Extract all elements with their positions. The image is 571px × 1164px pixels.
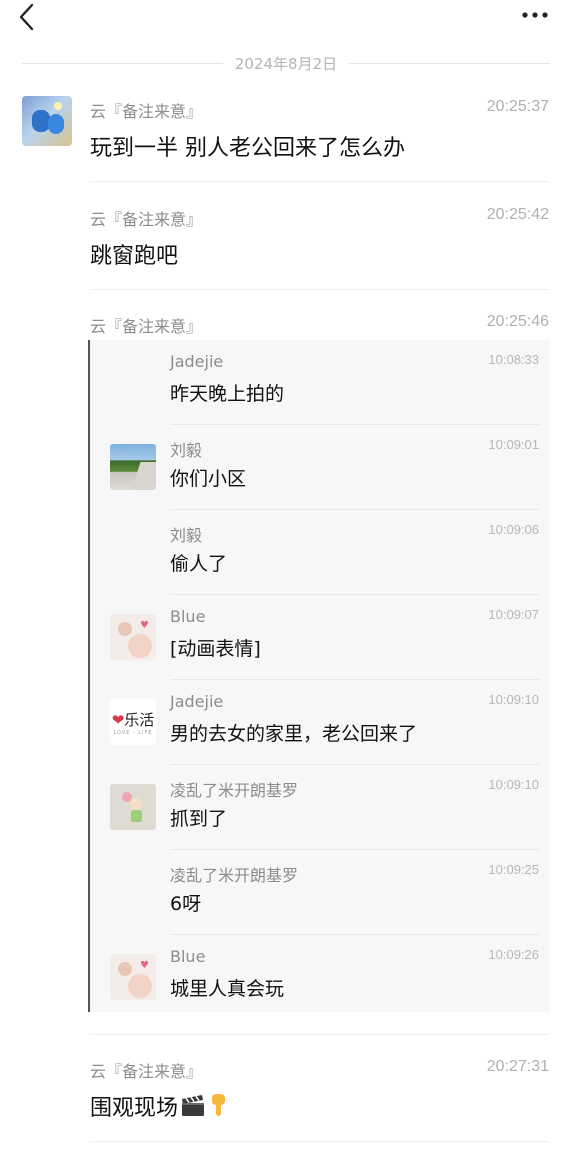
message-text-content: 围观现场: [90, 1096, 179, 1121]
forwarded-time: 10:09:06: [488, 522, 539, 537]
forwarded-time: 10:09:10: [488, 777, 539, 792]
more-horizontal-icon: [522, 12, 548, 18]
forwarded-text: [动画表情]: [170, 638, 261, 660]
road-photo-icon: [110, 444, 156, 490]
message-separator: [90, 1141, 549, 1142]
lehuo-logo-icon: ❤乐活 LOVE · LIFE: [110, 699, 156, 745]
forwarded-item: 刘毅 10:09:06 偷人了: [90, 510, 549, 595]
message-sender: 云『备注来意』: [90, 210, 203, 229]
more-button[interactable]: [519, 3, 551, 27]
date-divider: 2024年8月2日: [22, 52, 551, 74]
forwarded-item: 刘毅 10:09:01 你们小区: [90, 425, 549, 510]
forwarded-item: ♥ Blue 10:09:07 [动画表情]: [90, 595, 549, 680]
avatar[interactable]: [22, 96, 72, 146]
forwarded-name: Blue: [170, 607, 206, 626]
forwarded-text: 6呀: [170, 893, 202, 915]
forwarded-time: 10:09:26: [488, 947, 539, 962]
forwarded-chat-record[interactable]: Jadejie 10:08:33 昨天晚上拍的 刘毅 10:09:01 你们小区…: [88, 340, 549, 1012]
message-time: 20:25:46: [486, 313, 549, 330]
message-sender: 云『备注来意』: [90, 317, 203, 336]
avatar: ♥: [110, 614, 156, 660]
avatar: ❤乐活 LOVE · LIFE: [110, 699, 156, 745]
forwarded-time: 10:09:25: [488, 862, 539, 877]
forwarded-item: 凌乱了米开朗基罗 10:09:25 6呀: [90, 850, 549, 935]
forwarded-text: 男的去女的家里，老公回来了: [170, 723, 418, 745]
divider-line: [22, 62, 223, 64]
pointing-down-icon: [212, 1094, 226, 1116]
message-time: 20:25:37: [486, 98, 549, 115]
forwarded-text: 城里人真会玩: [170, 978, 285, 1000]
message-sender: 云『备注来意』: [90, 1062, 203, 1081]
girl-balloon-icon: [110, 784, 156, 830]
forwarded-text: 抓到了: [170, 808, 228, 830]
message-text[interactable]: 跳窗跑吧: [90, 238, 178, 270]
avatar: [110, 444, 156, 490]
forwarded-item: ❤乐活 LOVE · LIFE Jadejie 10:09:10 男的去女的家里…: [90, 680, 549, 765]
forwarded-name: 凌乱了米开朗基罗: [170, 866, 299, 885]
avatar: ♥: [110, 954, 156, 1000]
forwarded-item: Jadejie 10:08:33 昨天晚上拍的: [90, 340, 549, 425]
avatar: [110, 784, 156, 830]
date-label: 2024年8月2日: [234, 54, 338, 73]
message-time: 20:25:42: [486, 206, 549, 223]
message-separator: [90, 181, 549, 182]
forwarded-time: 10:09:10: [488, 692, 539, 707]
couple-illustration-icon: ♥: [110, 954, 156, 1000]
forwarded-item: 凌乱了米开朗基罗 10:09:10 抓到了: [90, 765, 549, 850]
message-text[interactable]: 围观现场: [90, 1090, 230, 1122]
back-button[interactable]: [12, 2, 42, 32]
forwarded-name: Jadejie: [170, 692, 224, 711]
forwarded-text: 偷人了: [170, 553, 228, 575]
forwarded-name: Jadejie: [170, 352, 224, 371]
message-text[interactable]: 玩到一半 别人老公回来了怎么办: [90, 130, 405, 162]
message-time: 20:27:31: [486, 1058, 549, 1075]
forwarded-item: ♥ Blue 10:09:26 城里人真会玩: [90, 935, 549, 1020]
message-separator: [90, 289, 549, 290]
chevron-left-icon: [19, 3, 34, 31]
top-bar: [0, 0, 571, 40]
forwarded-text: 你们小区: [170, 468, 247, 490]
couple-illustration-icon: ♥: [110, 614, 156, 660]
forwarded-name: 刘毅: [170, 441, 203, 460]
clapperboard-icon: [182, 1095, 205, 1116]
divider-line: [349, 62, 551, 64]
cartoon-avatar-icon: [22, 96, 72, 146]
message-separator: [90, 1034, 549, 1035]
forwarded-text: 昨天晚上拍的: [170, 383, 285, 405]
forwarded-time: 10:09:01: [488, 437, 539, 452]
forwarded-name: 刘毅: [170, 526, 203, 545]
forwarded-name: Blue: [170, 947, 206, 966]
forwarded-time: 10:09:07: [488, 607, 539, 622]
forwarded-time: 10:08:33: [488, 352, 539, 367]
message-sender: 云『备注来意』: [90, 102, 203, 121]
forwarded-name: 凌乱了米开朗基罗: [170, 781, 299, 800]
